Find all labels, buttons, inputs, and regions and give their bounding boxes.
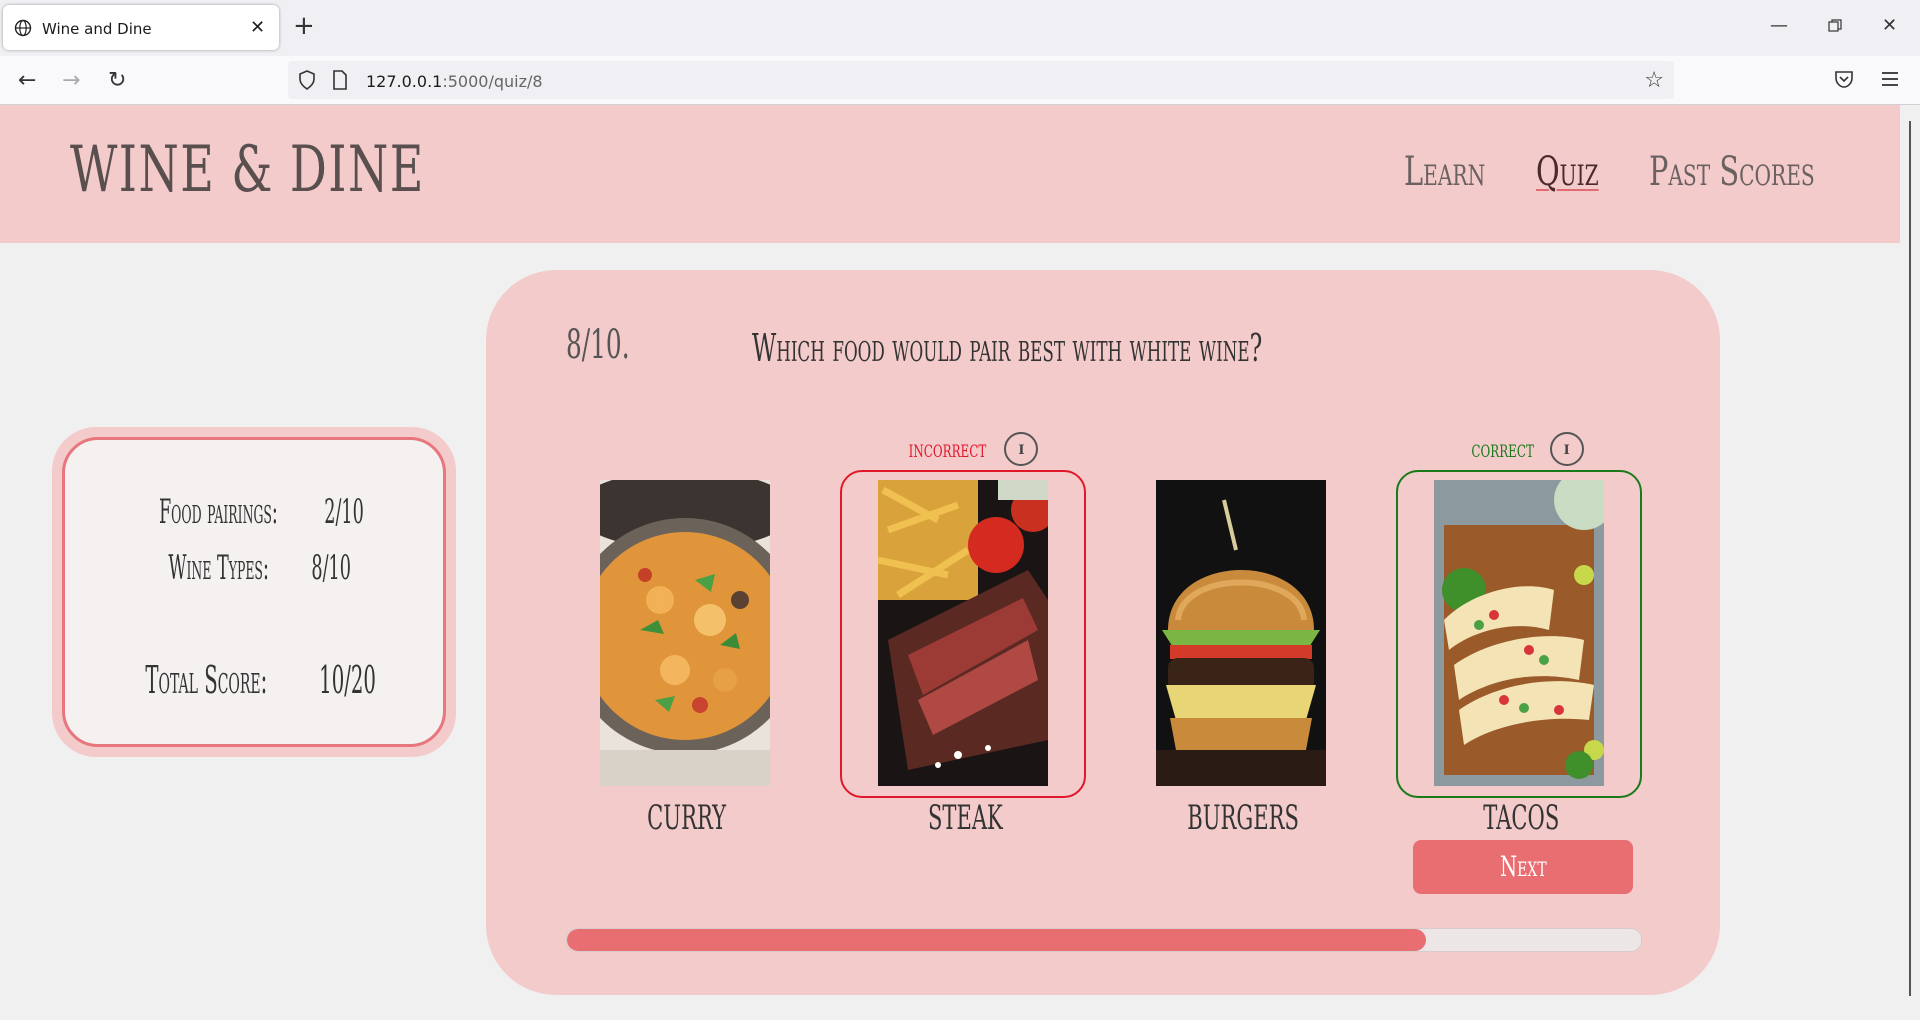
page-icon[interactable] <box>332 70 348 90</box>
info-icon[interactable]: i <box>1549 432 1584 466</box>
progress-fill <box>567 929 1427 951</box>
tab-title: Wine and Dine <box>42 20 152 38</box>
address-bar[interactable]: 127.0.0.1:5000/quiz/8 ☆ <box>288 61 1674 99</box>
question-number: 8/10. <box>566 322 630 368</box>
plus-icon[interactable]: + <box>293 11 315 41</box>
nav-learn[interactable]: Learn <box>1404 149 1485 195</box>
minimize-icon[interactable]: — <box>1770 15 1788 36</box>
url-text[interactable]: 127.0.0.1:5000/quiz/8 <box>366 72 543 91</box>
food-pairings-label: Food pairings: <box>159 492 279 532</box>
site-logo[interactable]: WINE & DINE <box>70 133 425 207</box>
shield-icon[interactable] <box>298 70 316 90</box>
wine-types-value: 8/10 <box>311 548 352 588</box>
question-text: Which food would pair best with white wi… <box>752 326 1263 370</box>
url-host: 127.0.0.1 <box>366 72 443 91</box>
incorrect-text: incorrect <box>908 435 986 463</box>
back-icon[interactable]: ← <box>18 68 36 93</box>
total-score-label: Total Score: <box>144 658 267 702</box>
info-icon[interactable]: i <box>1004 432 1039 466</box>
nav-toolbar: ← → ↻ 127.0.0.1:5000/quiz/8 ☆ <box>0 56 1920 105</box>
wine-types-label: Wine Types: <box>168 548 269 588</box>
steak-image[interactable] <box>878 480 1048 786</box>
food-pairings-score: Food pairings: 2/10 <box>65 492 443 532</box>
total-score: Total Score: 10/20 <box>65 658 443 702</box>
steak-label: STEAK <box>927 798 1003 838</box>
next-button[interactable]: Next <box>1413 840 1633 894</box>
forward-icon[interactable]: → <box>62 68 80 93</box>
curry-label: CURRY <box>647 798 727 838</box>
burgers-label: BURGERS <box>1187 798 1299 838</box>
url-path: :5000/quiz/8 <box>442 72 543 91</box>
scrollbar[interactable] <box>1900 105 1920 1020</box>
close-icon[interactable]: ✕ <box>250 17 265 38</box>
site-header: WINE & DINE Learn Quiz Past Scores <box>0 105 1900 243</box>
scrollbar-thumb[interactable] <box>1909 121 1911 996</box>
steak-feedback: incorrect i <box>840 432 1090 466</box>
curry-image[interactable] <box>600 480 770 786</box>
nav-quiz[interactable]: Quiz <box>1536 149 1599 195</box>
progress-bar <box>566 928 1642 952</box>
pocket-icon[interactable] <box>1834 69 1854 89</box>
page-content: WINE & DINE Learn Quiz Past Scores Food … <box>0 105 1920 1020</box>
total-score-value: 10/20 <box>318 658 376 702</box>
globe-icon <box>14 19 32 37</box>
restore-icon[interactable] <box>1828 19 1842 33</box>
tab-bar: Wine and Dine ✕ + — ✕ <box>0 0 1920 56</box>
tacos-label: TACOS <box>1483 798 1559 838</box>
tacos-image[interactable] <box>1434 480 1604 786</box>
food-pairings-value: 2/10 <box>324 492 365 532</box>
reload-icon[interactable]: ↻ <box>108 68 126 93</box>
score-card-inner: Food pairings: 2/10 Wine Types: 8/10 Tot… <box>62 437 446 747</box>
star-icon[interactable]: ☆ <box>1644 68 1664 93</box>
wine-types-score: Wine Types: 8/10 <box>65 548 443 588</box>
tacos-feedback: correct i <box>1396 432 1646 466</box>
menu-icon[interactable] <box>1880 69 1900 89</box>
quiz-panel: 8/10. Which food would pair best with wh… <box>486 270 1720 995</box>
browser-tab[interactable]: Wine and Dine ✕ <box>3 5 279 50</box>
burgers-image[interactable] <box>1156 480 1326 786</box>
correct-text: correct <box>1471 435 1535 463</box>
nav-past-scores[interactable]: Past Scores <box>1649 149 1815 195</box>
score-card: Food pairings: 2/10 Wine Types: 8/10 Tot… <box>52 427 456 757</box>
window-close-icon[interactable]: ✕ <box>1882 15 1897 36</box>
